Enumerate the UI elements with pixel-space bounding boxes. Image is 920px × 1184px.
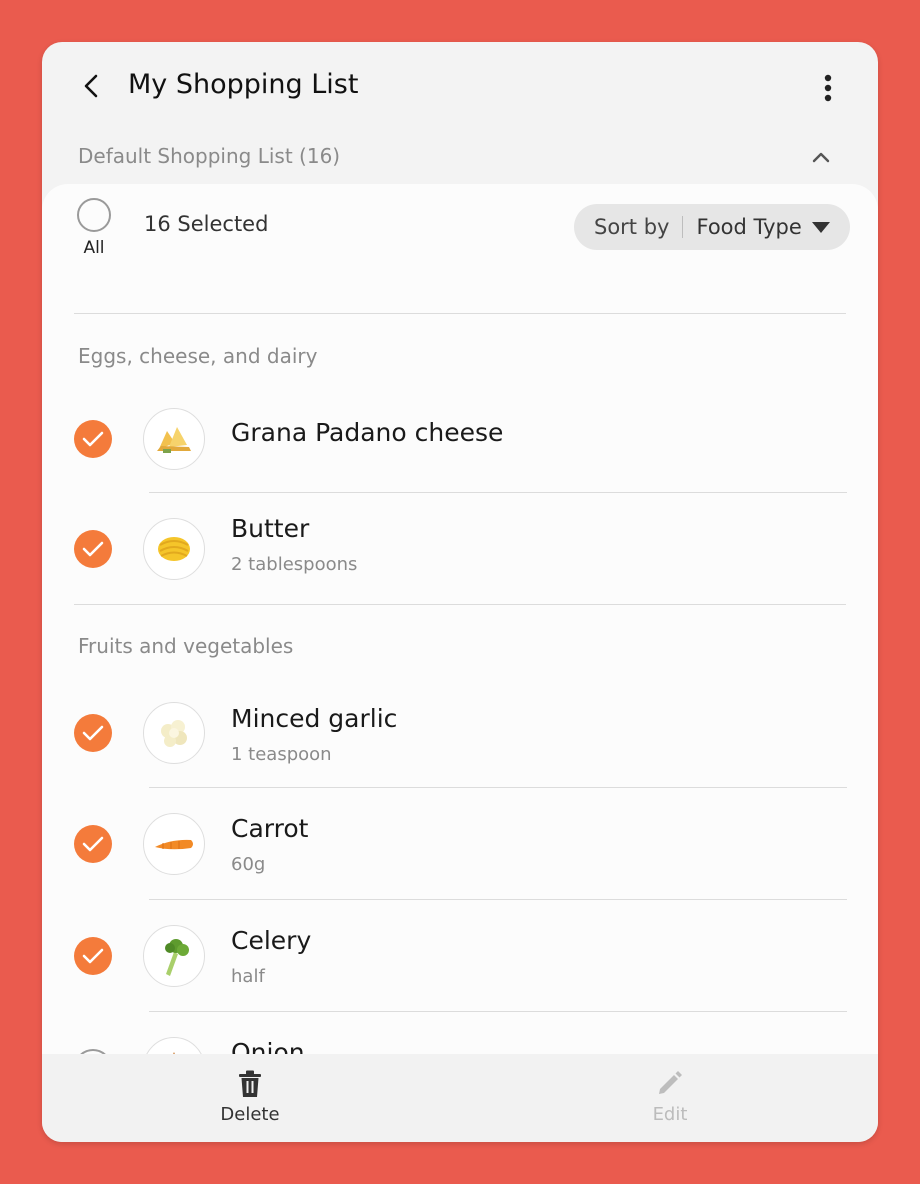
list-item[interactable]: Onion half — [42, 1026, 878, 1054]
item-checkbox[interactable] — [74, 420, 112, 458]
item-thumbnail — [143, 925, 205, 987]
item-quantity: half — [231, 966, 265, 987]
item-quantity: 2 tablespoons — [231, 554, 358, 575]
item-name: Butter — [231, 514, 310, 543]
item-quantity: 1 teaspoon — [231, 744, 332, 765]
celery-icon — [165, 939, 189, 976]
item-name: Celery — [231, 926, 312, 955]
item-thumbnail — [143, 813, 205, 875]
item-checkbox[interactable] — [74, 937, 112, 975]
more-vertical-icon — [824, 74, 832, 102]
list-header[interactable]: Default Shopping List (16) — [42, 138, 878, 178]
butter-icon — [158, 537, 190, 561]
carrot-icon — [155, 839, 193, 850]
edit-button[interactable]: Edit — [570, 1054, 770, 1142]
list-item[interactable]: Minced garlic 1 teaspoon — [42, 692, 878, 786]
item-thumbnail — [143, 408, 205, 470]
section-divider — [74, 604, 846, 605]
cheese-icon — [157, 427, 191, 453]
item-thumbnail — [143, 702, 205, 764]
check-icon — [82, 431, 104, 447]
select-all-circle-icon — [77, 198, 111, 232]
delete-label: Delete — [220, 1104, 280, 1125]
top-app-bar: My Shopping List — [42, 42, 878, 128]
check-icon — [82, 948, 104, 964]
sort-separator — [682, 216, 684, 238]
item-name: Minced garlic — [231, 704, 398, 733]
list-item[interactable]: Butter 2 tablespoons — [42, 502, 878, 604]
delete-button[interactable]: Delete — [150, 1054, 350, 1142]
check-icon — [82, 836, 104, 852]
list-panel: All 16 Selected Sort by Food Type Eggs, … — [42, 184, 878, 1054]
divider — [74, 313, 846, 314]
page-title: My Shopping List — [128, 69, 359, 100]
sort-dropdown[interactable]: Sort by Food Type — [574, 204, 850, 250]
collapse-button[interactable] — [804, 140, 838, 174]
list-item[interactable]: Celery half — [42, 914, 878, 1010]
more-options-button[interactable] — [808, 68, 848, 108]
item-checkbox[interactable] — [74, 825, 112, 863]
divider — [149, 492, 847, 493]
pencil-icon — [659, 1071, 682, 1094]
selected-count: 16 Selected — [144, 212, 269, 236]
item-name: Carrot — [231, 814, 309, 843]
item-checkbox[interactable] — [74, 714, 112, 752]
sort-value: Food Type — [696, 215, 802, 239]
back-button[interactable] — [72, 66, 112, 106]
edit-label: Edit — [652, 1104, 688, 1125]
shopping-list-card: My Shopping List Default Shopping List (… — [42, 42, 878, 1142]
divider — [149, 1011, 847, 1012]
check-icon — [82, 725, 104, 741]
onion-icon — [173, 1052, 175, 1054]
section-header-dairy: Eggs, cheese, and dairy — [78, 344, 318, 368]
select-all-label: All — [83, 238, 105, 258]
list-name: Default Shopping List (16) — [78, 144, 341, 168]
list-item[interactable]: Grana Padano cheese — [42, 406, 878, 494]
garlic-icon — [161, 720, 187, 747]
check-icon — [82, 541, 104, 557]
item-thumbnail — [143, 518, 205, 580]
selection-bar: All 16 Selected Sort by Food Type — [42, 184, 878, 272]
caret-down-icon — [812, 222, 830, 233]
item-quantity: 60g — [231, 854, 266, 875]
select-all-checkbox[interactable]: All — [74, 198, 114, 258]
item-name: Onion — [231, 1038, 305, 1054]
bottom-action-bar: Delete Edit — [42, 1054, 878, 1142]
item-thumbnail — [143, 1037, 205, 1054]
list-item[interactable]: Carrot 60g — [42, 802, 878, 898]
trash-icon — [239, 1070, 261, 1097]
divider — [149, 787, 847, 788]
chevron-up-icon — [812, 152, 830, 163]
back-arrow-icon — [84, 74, 98, 98]
item-checkbox[interactable] — [74, 530, 112, 568]
sort-label: Sort by — [594, 215, 670, 239]
section-header-produce: Fruits and vegetables — [78, 634, 294, 658]
divider — [149, 899, 847, 900]
item-name: Grana Padano cheese — [231, 418, 504, 447]
